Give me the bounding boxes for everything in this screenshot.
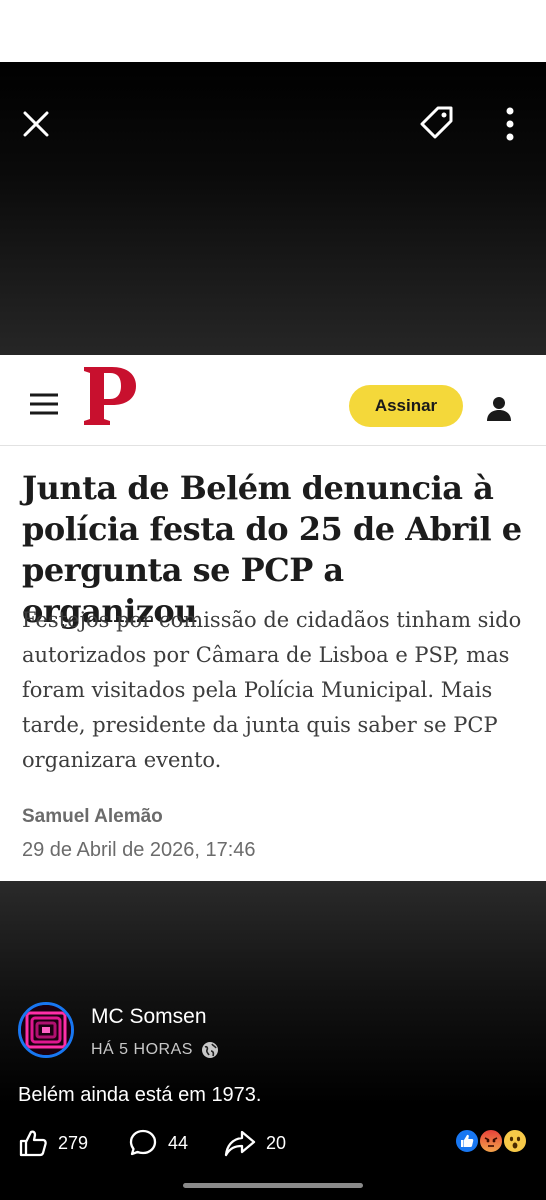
close-icon[interactable] [18,106,54,142]
like-count: 279 [58,1132,89,1153]
user-icon[interactable] [484,393,514,423]
share-icon [224,1128,256,1158]
wow-reaction-icon[interactable] [502,1128,528,1154]
like-reaction-icon[interactable] [454,1128,480,1154]
article-date: 29 de Abril de 2026, 17:46 [22,839,256,861]
like-icon [18,1128,48,1158]
subscribe-button[interactable]: Assinar [349,385,463,427]
article-subtitle: Festejos por comissão de cidadãos tinham… [22,608,522,772]
share-count: 20 [266,1132,287,1153]
comment-button[interactable]: 44 [128,1126,188,1160]
publication-header: Assinar [0,355,546,446]
like-button[interactable]: 279 [18,1126,88,1160]
post-time-text: HÁ 5 HORAS [91,1041,193,1058]
tag-icon[interactable] [416,102,458,144]
status-bar [0,0,546,62]
globe-icon [201,1041,219,1059]
avatar[interactable] [18,1002,74,1058]
post-caption: Belém ainda está em 1973. [18,1084,262,1106]
article-author: Samuel Alemão [22,806,163,827]
comment-count: 44 [168,1132,189,1153]
angry-reaction-icon[interactable] [478,1128,504,1154]
post-timestamp: HÁ 5 HORAS [91,1041,219,1059]
home-indicator[interactable] [183,1183,363,1188]
publico-logo[interactable] [82,365,138,438]
comment-icon [128,1128,158,1158]
hamburger-menu-icon[interactable] [28,391,60,417]
viewer-top-bar [0,62,546,355]
article-screenshot: Assinar Junta de Belém denuncia à políci… [0,355,546,881]
share-button[interactable]: 20 [224,1126,286,1160]
more-vertical-icon[interactable] [496,104,524,144]
post-username[interactable]: MC Somsen [91,1005,207,1029]
